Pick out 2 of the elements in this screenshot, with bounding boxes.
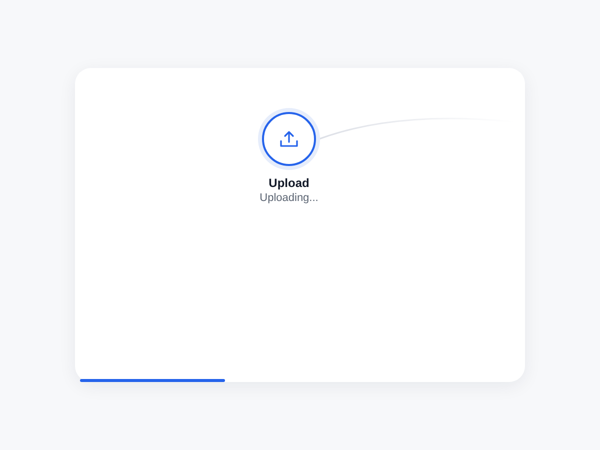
step-title: Upload — [268, 176, 310, 190]
step-status: Uploading... — [260, 192, 318, 204]
